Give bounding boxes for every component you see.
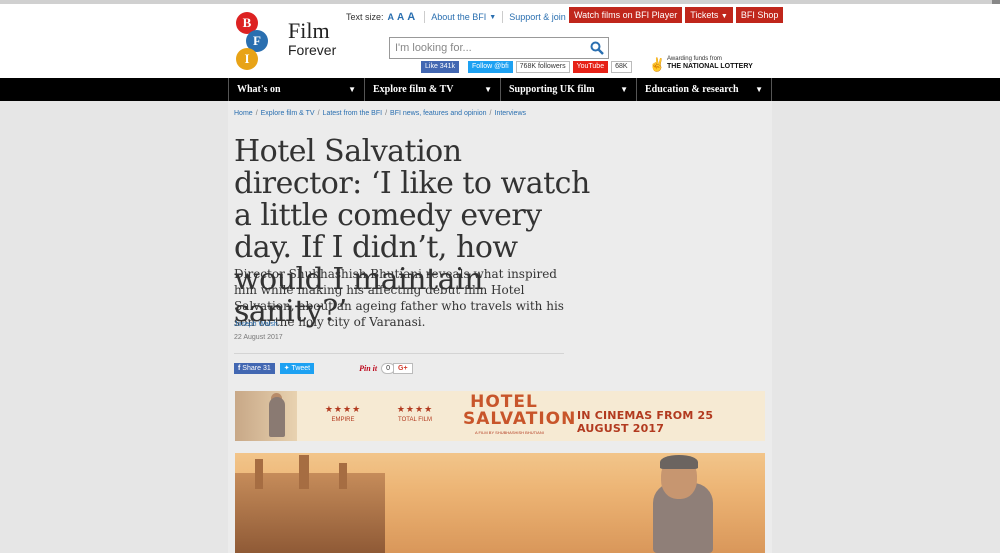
facebook-share-button[interactable]: f Share 31: [234, 363, 275, 374]
film-still-image: [235, 453, 765, 553]
breadcrumb-separator: /: [317, 110, 320, 117]
breadcrumb-separator: /: [255, 110, 258, 117]
divider: [234, 353, 564, 354]
share-bar: f Share 31 ✦ Tweet Pin it 0 G+: [234, 363, 413, 374]
review-empire: ★★★★ EMPIRE: [313, 404, 373, 423]
utility-bar: Text size: A A A About the BFI ▼ Support…: [346, 10, 576, 24]
nav-label: What's on: [237, 84, 281, 95]
divider: [424, 11, 426, 23]
pinterest-button[interactable]: Pin it: [359, 364, 377, 373]
text-size-medium[interactable]: A: [397, 12, 404, 23]
breadcrumb-home[interactable]: Home: [234, 110, 253, 117]
chevron-down-icon: ▼: [489, 13, 497, 21]
author-link[interactable]: Joseph Walsh: [234, 321, 278, 328]
logo-subtitle: Forever: [288, 42, 337, 58]
header-red-buttons: Watch films on BFI Player Tickets ▼ BFI …: [569, 7, 784, 23]
text-size-label: Text size:: [346, 12, 384, 22]
film-title-line2: SALVATION: [463, 409, 577, 429]
breadcrumb-interviews[interactable]: Interviews: [495, 110, 527, 117]
facebook-like-button[interactable]: Like 341k: [421, 61, 459, 73]
article-standfirst: Director Shubhashish Bhutiani reveals wh…: [234, 267, 564, 329]
review-source: TOTAL FILM: [398, 417, 432, 423]
nav-label: Supporting UK film: [509, 84, 595, 95]
temple-spire: [299, 455, 309, 489]
lottery-fingers-icon: ✌: [649, 57, 666, 72]
temple-spire: [339, 463, 347, 489]
breadcrumb-explore[interactable]: Explore film & TV: [261, 110, 315, 117]
nav-supporting-uk-film[interactable]: Supporting UK film ▼: [500, 78, 636, 101]
chevron-down-icon: ▼: [755, 85, 763, 94]
breadcrumb-separator: /: [385, 110, 388, 117]
nav-label: Education & research: [645, 84, 739, 95]
review-total-film: ★★★★ TOTAL FILM: [385, 404, 445, 423]
like-count: 341k: [439, 63, 455, 70]
youtube-count: 68K: [611, 61, 632, 73]
logo-letter-i: I: [236, 48, 258, 70]
nav-whats-on[interactable]: What's on ▼: [228, 78, 364, 101]
site-header: B F I Film Forever Text size: A A A Abou…: [0, 4, 1000, 78]
nav-label: Explore film & TV: [373, 84, 454, 95]
lottery-line2: THE NATIONAL LOTTERY: [667, 63, 753, 70]
chevron-down-icon: ▼: [720, 13, 728, 20]
chevron-down-icon: ▼: [620, 85, 628, 94]
search-input[interactable]: I'm looking for...: [389, 37, 609, 59]
temple-spire: [255, 459, 263, 489]
review-source: EMPIRE: [331, 417, 355, 423]
share-count: 31: [262, 365, 271, 372]
actor-hair: [660, 455, 698, 469]
review-stars: ★★★★: [324, 404, 362, 414]
review-stars: ★★★★: [396, 404, 434, 414]
chevron-down-icon: ▼: [484, 85, 492, 94]
divider: [502, 11, 504, 23]
youtube-button[interactable]: YouTube: [572, 61, 609, 73]
share-label: Share: [242, 365, 261, 372]
twitter-follower-count: 768K followers: [515, 61, 570, 73]
banner-figure: [269, 397, 285, 437]
lottery-line1: Awarding funds from: [667, 56, 722, 62]
text-size-small[interactable]: A: [388, 12, 395, 22]
tickets-button[interactable]: Tickets ▼: [685, 7, 733, 23]
tweet-button[interactable]: ✦ Tweet: [279, 363, 315, 374]
nav-education-research[interactable]: Education & research ▼: [636, 78, 772, 101]
bfi-logo[interactable]: B F I Film Forever: [236, 12, 336, 72]
watch-bfi-player-button[interactable]: Watch films on BFI Player: [569, 7, 683, 23]
film-credit: A FILM BY SHUBHASHISH BHUTIANI: [475, 430, 544, 435]
tweet-label: Tweet: [291, 365, 311, 372]
nav-explore-film-tv[interactable]: Explore film & TV ▼: [364, 78, 500, 101]
social-widgets: Like 341k Follow @bfi 768K followers You…: [421, 61, 632, 73]
facebook-icon: f: [238, 365, 241, 372]
about-bfi-link[interactable]: About the BFI: [431, 12, 486, 22]
breadcrumb-latest[interactable]: Latest from the BFI: [323, 110, 383, 117]
main-nav: What's on ▼ Explore film & TV ▼ Supporting…: [0, 78, 1000, 101]
chevron-down-icon: ▼: [348, 85, 356, 94]
breadcrumb-news[interactable]: BFI news, features and opinion: [390, 110, 487, 117]
support-join-link[interactable]: Support & join: [509, 12, 566, 22]
twitter-follow-button[interactable]: Follow @bfi: [467, 61, 513, 73]
national-lottery-logo[interactable]: ✌ Awarding funds from THE NATIONAL LOTTE…: [649, 56, 773, 74]
search-placeholder: I'm looking for...: [395, 42, 472, 54]
text-size-large[interactable]: A: [407, 11, 415, 23]
twitter-bird-icon: ✦: [283, 365, 290, 372]
release-tagline: IN CINEMAS FROM 25 AUGUST 2017: [577, 409, 714, 435]
breadcrumb-separator: /: [489, 110, 492, 117]
logo-title: Film: [288, 18, 330, 43]
tickets-label: Tickets: [690, 10, 719, 20]
hotel-salvation-ad-banner[interactable]: ★★★★ EMPIRE ★★★★ TOTAL FILM HOTEL SALVAT…: [235, 391, 765, 441]
breadcrumb: Home / Explore film & TV / Latest from the…: [234, 110, 526, 117]
banner-photo: [235, 391, 297, 441]
bfi-shop-button[interactable]: BFI Shop: [735, 7, 784, 23]
publish-date: 22 August 2017: [234, 334, 283, 341]
like-label: Like: [425, 63, 438, 70]
google-plus-button[interactable]: G+: [393, 363, 413, 374]
search-icon[interactable]: [590, 41, 604, 55]
